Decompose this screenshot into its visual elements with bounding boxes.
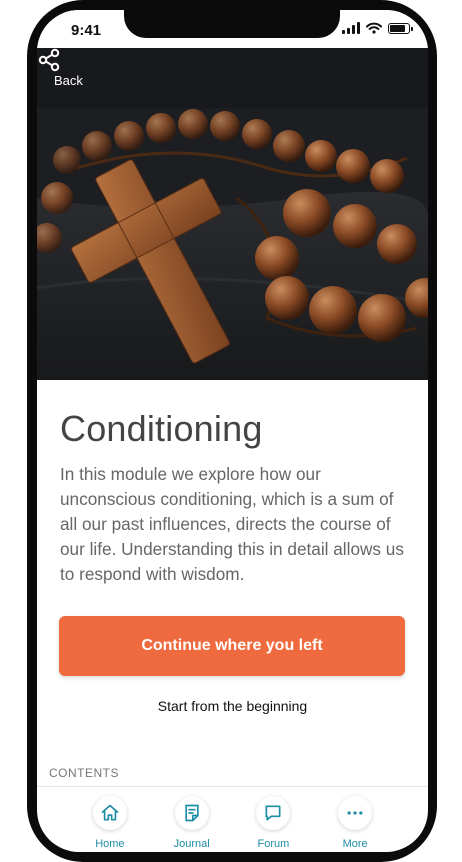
wifi-icon: [366, 22, 382, 34]
tab-journal[interactable]: Journal: [162, 787, 222, 852]
tab-more-label: More: [342, 838, 368, 850]
chat-icon: [256, 796, 291, 830]
bottom-tab-bar: Home Journal Forum More: [37, 787, 428, 852]
share-icon[interactable]: [37, 48, 61, 72]
journal-icon: [174, 796, 209, 830]
tab-forum[interactable]: Forum: [243, 787, 303, 852]
start-from-beginning-link[interactable]: Start from the beginning: [37, 698, 428, 714]
tab-home-label: Home: [95, 838, 125, 850]
tab-journal-label: Journal: [173, 838, 210, 850]
signal-icon: [342, 22, 360, 34]
battery-icon: [388, 22, 413, 34]
app-screen: 9:41 Back Conditioning In this module we…: [37, 10, 428, 852]
tab-more[interactable]: More: [325, 787, 385, 852]
tab-home[interactable]: Home: [80, 787, 140, 852]
back-button[interactable]: Back: [54, 73, 83, 88]
home-icon: [92, 796, 127, 830]
contents-heading: CONTENTS: [49, 766, 119, 780]
tab-forum-label: Forum: [257, 838, 290, 850]
module-hero-image: Back: [37, 48, 428, 380]
status-icons: [342, 22, 413, 34]
status-time: 9:41: [71, 22, 102, 39]
continue-button[interactable]: Continue where you left: [59, 616, 405, 676]
module-title: Conditioning: [60, 408, 263, 449]
rosary-illustration: [37, 48, 428, 380]
notch: [124, 10, 340, 38]
more-icon: [338, 796, 373, 830]
module-description: In this module we explore how our uncons…: [60, 464, 404, 584]
